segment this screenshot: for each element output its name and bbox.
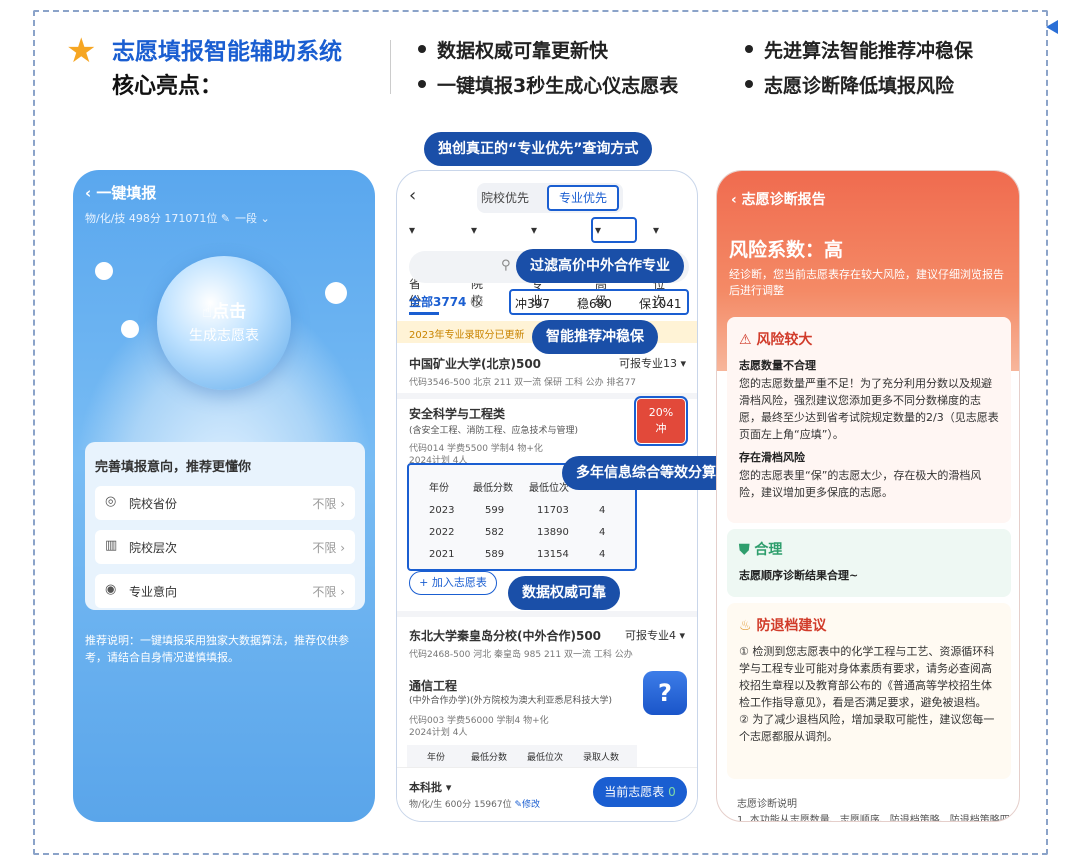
advice-2: ② 为了减少退档风险，增加录取可能性，建议您每一个志愿都服从调剂。 — [739, 713, 995, 743]
major-2-name[interactable]: 通信工程 — [409, 677, 457, 694]
separator — [397, 611, 697, 617]
mode-segment: 院校优先 专业优先 — [477, 183, 623, 213]
issue-slip-text: 您的志愿表里“保”的志愿太少，存在极大的滑档风险，建议增加更多保底的志愿。 — [739, 469, 982, 499]
building-icon: ▥ — [105, 538, 118, 553]
advanced-highlight — [591, 217, 637, 243]
page-subtitle: 核心亮点： — [112, 74, 223, 99]
bolt-icon — [121, 320, 139, 338]
card-high-risk: ⚠ 风险较大 志愿数量不合理 您的志愿数量严重不足！为了充分利用分数以及规避滑档… — [727, 317, 1011, 523]
generate-label[interactable]: 生成志愿表 — [157, 325, 291, 345]
tab-major-first[interactable]: 专业优先 — [547, 185, 619, 211]
search-icon: ⚲ — [501, 258, 511, 273]
edit-link[interactable]: ✎修改 — [514, 800, 540, 810]
school-1-info: 代码3546-500 北京 211 双一流 保研 工科 公办 排名77 — [409, 378, 636, 388]
corner-arrow-icon — [1046, 20, 1058, 34]
issue-count-text: 您的志愿数量严重不足！为了充分利用分数以及规避滑档风险，强烈建议您添加更多不同分… — [739, 377, 999, 441]
current-list-button[interactable]: 当前志愿表 0 — [593, 777, 687, 807]
order-result: 志愿顺序诊断结果合理~ — [739, 569, 859, 582]
advice-1: ① 检测到您志愿表中的化学工程与工艺、资源循环科学与工程专业可能对身体素质有要求… — [739, 645, 995, 709]
callout-data-reliable: 数据权威可靠 — [508, 576, 620, 610]
intent-card: 完善填报意向，推荐更懂你 ◎ 院校省份 不限 › ▥ 院校层次 不限 › ◉ 专… — [85, 442, 365, 610]
hand-icon: ☝ — [201, 302, 213, 322]
score-meta: 物/化/技 498分 171071位 ✎ — [85, 212, 231, 225]
batch-select[interactable]: 本科批 ▾ — [409, 779, 451, 795]
chevron-left-icon: ‹ — [731, 192, 742, 208]
help-button[interactable]: ? — [643, 671, 687, 715]
batch-meta: 物/化/生 600分 15967位 ✎修改 — [409, 800, 541, 810]
bullet-2: 先进算法智能推荐冲稳保 — [745, 36, 973, 63]
phone-one-click: ‹ 一键填报 物/化/技 498分 171071位 ✎ 一段 ⌄ ☝点击 生成志… — [73, 170, 375, 822]
info-icon: ⓘ — [470, 295, 483, 309]
bullet-1: 数据权威可靠更新快 — [418, 36, 608, 63]
back-button[interactable]: ‹ 一键填报 — [85, 182, 156, 203]
footer-title: 志愿诊断说明 — [737, 799, 797, 810]
card-anti-return: ♨ 防退档建议 ① 检测到您志愿表中的化学工程与工艺、资源循环科学与工程专业可能… — [727, 603, 1011, 779]
recommend-note: 推荐说明：一键填报采用独家大数据算法，推荐仅供参考，请结合自身情况谨慎填报。 — [85, 634, 349, 664]
add-to-list-button[interactable]: + 加入志愿表 — [409, 571, 497, 595]
tab-underline — [409, 312, 439, 315]
location-icon: ◎ — [105, 494, 117, 509]
bulb-icon: ♨ — [739, 618, 757, 634]
chevron-left-icon: ‹ — [85, 184, 97, 202]
rush-stable-safe[interactable]: 冲397 稳680 保1041 — [509, 289, 689, 315]
footer-text: 1. 本功能从志愿数量、志愿顺序、防退档策略、防退档策略四 — [737, 815, 1010, 822]
school-2-name[interactable]: 东北大学秦皇岛分校(中外合作)500 — [409, 627, 601, 644]
edit-icon[interactable]: ✎ — [221, 212, 230, 225]
all-count[interactable]: 全部3774 ⓘ — [409, 293, 483, 310]
card-ok: ⛊ 合理 志愿顺序诊断结果合理~ — [727, 529, 1011, 597]
issue-slip-title: 存在滑档风险 — [739, 451, 805, 464]
page-title: 志愿填报智能辅助系统 — [112, 39, 342, 65]
school-1-kebao[interactable]: 可报专业13 ▾ — [619, 355, 686, 371]
phone-diagnosis: ‹ 志愿诊断报告 风险系数：高 经诊断，您当前志愿表存在较大风险，建议仔细浏览报… — [716, 170, 1020, 822]
row-level[interactable]: ▥ 院校层次 不限 › — [95, 530, 355, 564]
major-1-name[interactable]: 安全科学与工程类 — [409, 405, 505, 422]
row-major[interactable]: ◉ 专业意向 不限 › — [95, 574, 355, 608]
row-province[interactable]: ◎ 院校省份 不限 › — [95, 486, 355, 520]
warning-icon: ⚠ — [739, 332, 757, 348]
issue-count-title: 志愿数量不合理 — [739, 359, 816, 372]
callout-smart-rush: 智能推荐冲稳保 — [532, 320, 658, 354]
school-2-info: 代码2468-500 河北 秦皇岛 985 211 双一流 工科 公办 — [409, 650, 633, 660]
generate-bubble[interactable] — [157, 256, 291, 390]
school-1-name[interactable]: 中国矿业大学(北京)500 — [409, 355, 541, 372]
major-1-desc: (含安全工程、消防工程、应急技术与管理) — [409, 426, 579, 436]
risk-level: 风险系数：高 — [729, 239, 844, 261]
back-chevron-icon[interactable]: ‹ — [409, 185, 416, 206]
filter-major[interactable]: 专业 ▾ — [531, 223, 543, 308]
callout-major-first: 独创真正的“专业优先”查询方式 — [424, 132, 653, 166]
filter-province[interactable]: 省份 ▾ — [409, 223, 421, 308]
back-button[interactable]: ‹ 志愿诊断报告 — [731, 189, 826, 209]
major-2-plan: 2024计划 4人 — [409, 728, 468, 738]
header-divider — [390, 40, 391, 94]
callout-filter-foreign: 过滤高价中外合作专业 — [516, 249, 684, 283]
major-2-desc: (中外合作办学)(外方院校为澳大利亚悉尼科技大学) — [409, 696, 613, 706]
filter-school[interactable]: 院校 ▾ — [471, 223, 483, 308]
star-icon: ★ — [66, 31, 97, 71]
rush-tag: 20% 冲 — [634, 396, 688, 446]
card-high-risk-title: ⚠ 风险较大 — [739, 332, 813, 348]
shield-icon — [325, 282, 347, 304]
school-2-kebao[interactable]: 可报专业4 ▾ — [625, 627, 685, 643]
risk-warning: 经诊断，您当前志愿表存在较大风险，建议仔细浏览报告后进行调整 — [729, 268, 1004, 297]
intent-card-title: 完善填报意向，推荐更懂你 — [95, 460, 252, 475]
shield-check-icon: ⛊ — [739, 542, 755, 558]
bullet-3: 一键填报3秒生成心仪志愿表 — [418, 71, 678, 98]
filter-rank[interactable]: 位次 ▾ — [653, 223, 665, 308]
like-icon — [95, 262, 113, 280]
duan-select[interactable]: 一段 ⌄ — [235, 210, 270, 226]
tab-school-first[interactable]: 院校优先 — [481, 189, 529, 206]
card-anti-return-title: ♨ 防退档建议 — [739, 618, 827, 634]
card-ok-title: ⛊ 合理 — [739, 542, 783, 558]
bullet-4: 志愿诊断降低填报风险 — [745, 71, 954, 98]
table-2-head: 年份 最低分数 最低位次 录取人数 — [407, 745, 637, 767]
target-icon: ◉ — [105, 582, 117, 597]
click-label[interactable]: ☝点击 — [157, 297, 291, 322]
